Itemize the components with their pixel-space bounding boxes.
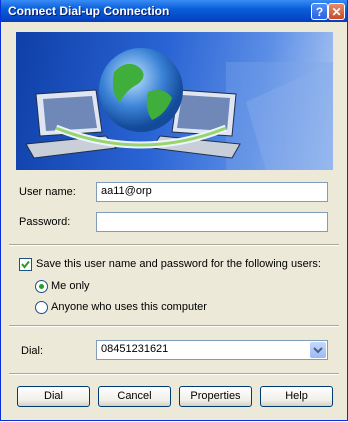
chevron-down-icon[interactable]	[310, 342, 326, 358]
dial-number-value: 08451231621	[101, 343, 169, 355]
radio-anyone-label[interactable]: Anyone who uses this computer	[51, 301, 207, 313]
radio-me-only[interactable]	[35, 280, 48, 293]
username-label: User name:	[19, 186, 76, 198]
dial-label: Dial:	[21, 345, 44, 357]
radio-selected-dot	[39, 284, 44, 289]
help-icon[interactable]: ?	[311, 3, 328, 20]
window-title: Connect Dial-up Connection	[8, 4, 170, 18]
connection-banner	[16, 32, 333, 170]
radio-anyone[interactable]	[35, 301, 48, 314]
save-credentials-checkbox[interactable]	[19, 258, 32, 271]
save-credentials-label[interactable]: Save this user name and password for the…	[36, 258, 321, 270]
checkmark-icon	[21, 260, 30, 269]
title-bar[interactable]: Connect Dial-up Connection ? ✕	[1, 0, 347, 22]
divider	[9, 373, 339, 375]
divider	[9, 244, 339, 246]
divider	[9, 325, 339, 327]
properties-button[interactable]: Properties	[179, 386, 252, 407]
cancel-button[interactable]: Cancel	[98, 386, 171, 407]
close-icon[interactable]: ✕	[328, 3, 345, 20]
help-button[interactable]: Help	[260, 386, 333, 407]
dial-button[interactable]: Dial	[17, 386, 90, 407]
dialog-window: Connect Dial-up Connection ? ✕ User name…	[0, 0, 348, 421]
radio-me-only-label[interactable]: Me only	[51, 280, 90, 292]
password-input[interactable]	[96, 212, 328, 232]
network-globe-icon	[25, 48, 333, 170]
dial-number-select[interactable]: 08451231621	[96, 340, 328, 360]
password-label: Password:	[19, 216, 71, 228]
username-input[interactable]: aa11@orp	[96, 182, 328, 202]
